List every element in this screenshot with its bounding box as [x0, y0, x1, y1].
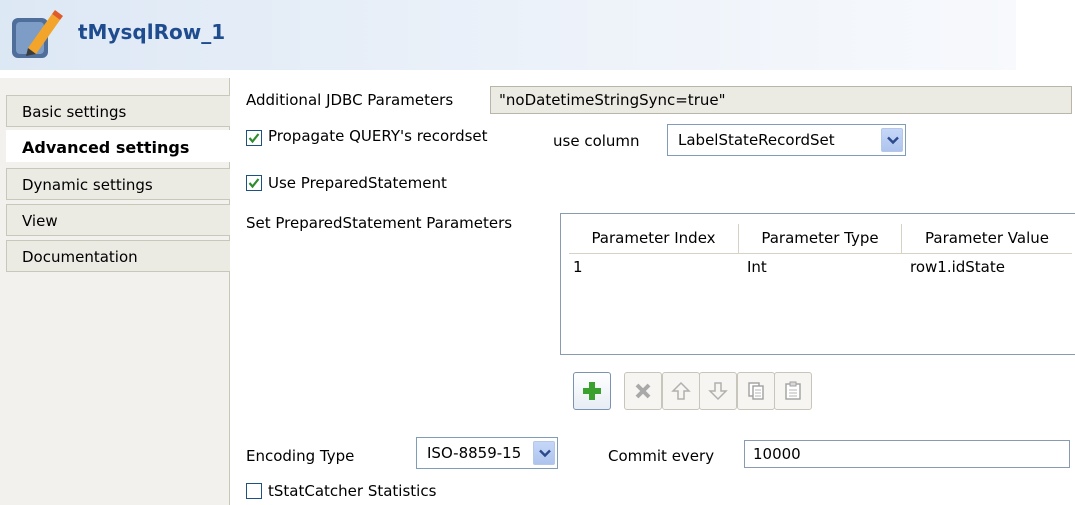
move-up-icon [671, 381, 691, 400]
add-icon [583, 382, 601, 400]
tab-documentation[interactable]: Documentation [6, 240, 230, 272]
cell-parameter-index[interactable]: 1 [565, 258, 583, 276]
jdbc-params-field[interactable]: "noDatetimeStringSync=true" [490, 86, 1072, 114]
move-up-button[interactable] [662, 372, 700, 410]
tab-view[interactable]: View [6, 204, 230, 236]
tab-advanced-settings[interactable]: Advanced settings [6, 130, 230, 162]
encoding-type-value: ISO-8859-15 [427, 444, 522, 462]
paste-button[interactable] [774, 372, 812, 410]
component-header: tMysqlRow_1 [0, 0, 1016, 70]
tstatcatcher-checkbox[interactable] [246, 483, 262, 499]
encoding-type-combo[interactable]: ISO-8859-15 [416, 437, 558, 469]
dropdown-arrow-icon[interactable] [533, 441, 555, 465]
checkmark-icon [248, 133, 260, 144]
use-column-value: LabelStateRecordSet [678, 131, 835, 149]
dropdown-arrow-icon[interactable] [881, 128, 903, 152]
use-column-label: use column [553, 132, 640, 150]
copy-button[interactable] [737, 372, 775, 410]
tstatcatcher-label: tStatCatcher Statistics [268, 482, 437, 500]
paste-icon [785, 381, 801, 400]
encoding-type-label: Encoding Type [246, 447, 355, 465]
column-header-parameter-type[interactable]: Parameter Type [739, 224, 902, 254]
commit-every-field[interactable]: 10000 [744, 440, 1070, 468]
use-prepared-statement-label: Use PreparedStatement [268, 174, 447, 192]
column-header-parameter-index[interactable]: Parameter Index [569, 224, 739, 254]
column-header-parameter-value[interactable]: Parameter Value [902, 224, 1072, 254]
delete-row-button[interactable] [624, 372, 662, 410]
tab-dynamic-settings[interactable]: Dynamic settings [6, 168, 230, 200]
move-down-icon [708, 382, 728, 401]
component-pencil-icon [8, 8, 66, 62]
prepared-params-label: Set PreparedStatement Parameters [246, 214, 513, 232]
move-down-button[interactable] [699, 372, 737, 410]
cell-parameter-value[interactable]: row1.idState [902, 258, 1005, 276]
use-prepared-statement-checkbox[interactable] [246, 175, 262, 191]
jdbc-params-label: Additional JDBC Parameters [246, 91, 454, 109]
checkmark-icon [248, 178, 260, 189]
use-column-combo[interactable]: LabelStateRecordSet [667, 124, 906, 156]
prepared-params-table: Parameter Index Parameter Type Parameter… [560, 213, 1075, 355]
propagate-recordset-checkbox[interactable] [246, 130, 262, 146]
propagate-recordset-label: Propagate QUERY's recordset [268, 127, 488, 145]
add-row-button[interactable] [573, 372, 611, 410]
delete-icon [635, 383, 651, 399]
cell-parameter-type[interactable]: Int [739, 258, 767, 276]
settings-sidebar: Basic settings Advanced settings Dynamic… [0, 78, 230, 505]
copy-icon [748, 382, 764, 400]
component-title: tMysqlRow_1 [78, 20, 226, 44]
tab-basic-settings[interactable]: Basic settings [6, 95, 230, 127]
commit-every-label: Commit every [608, 447, 715, 465]
